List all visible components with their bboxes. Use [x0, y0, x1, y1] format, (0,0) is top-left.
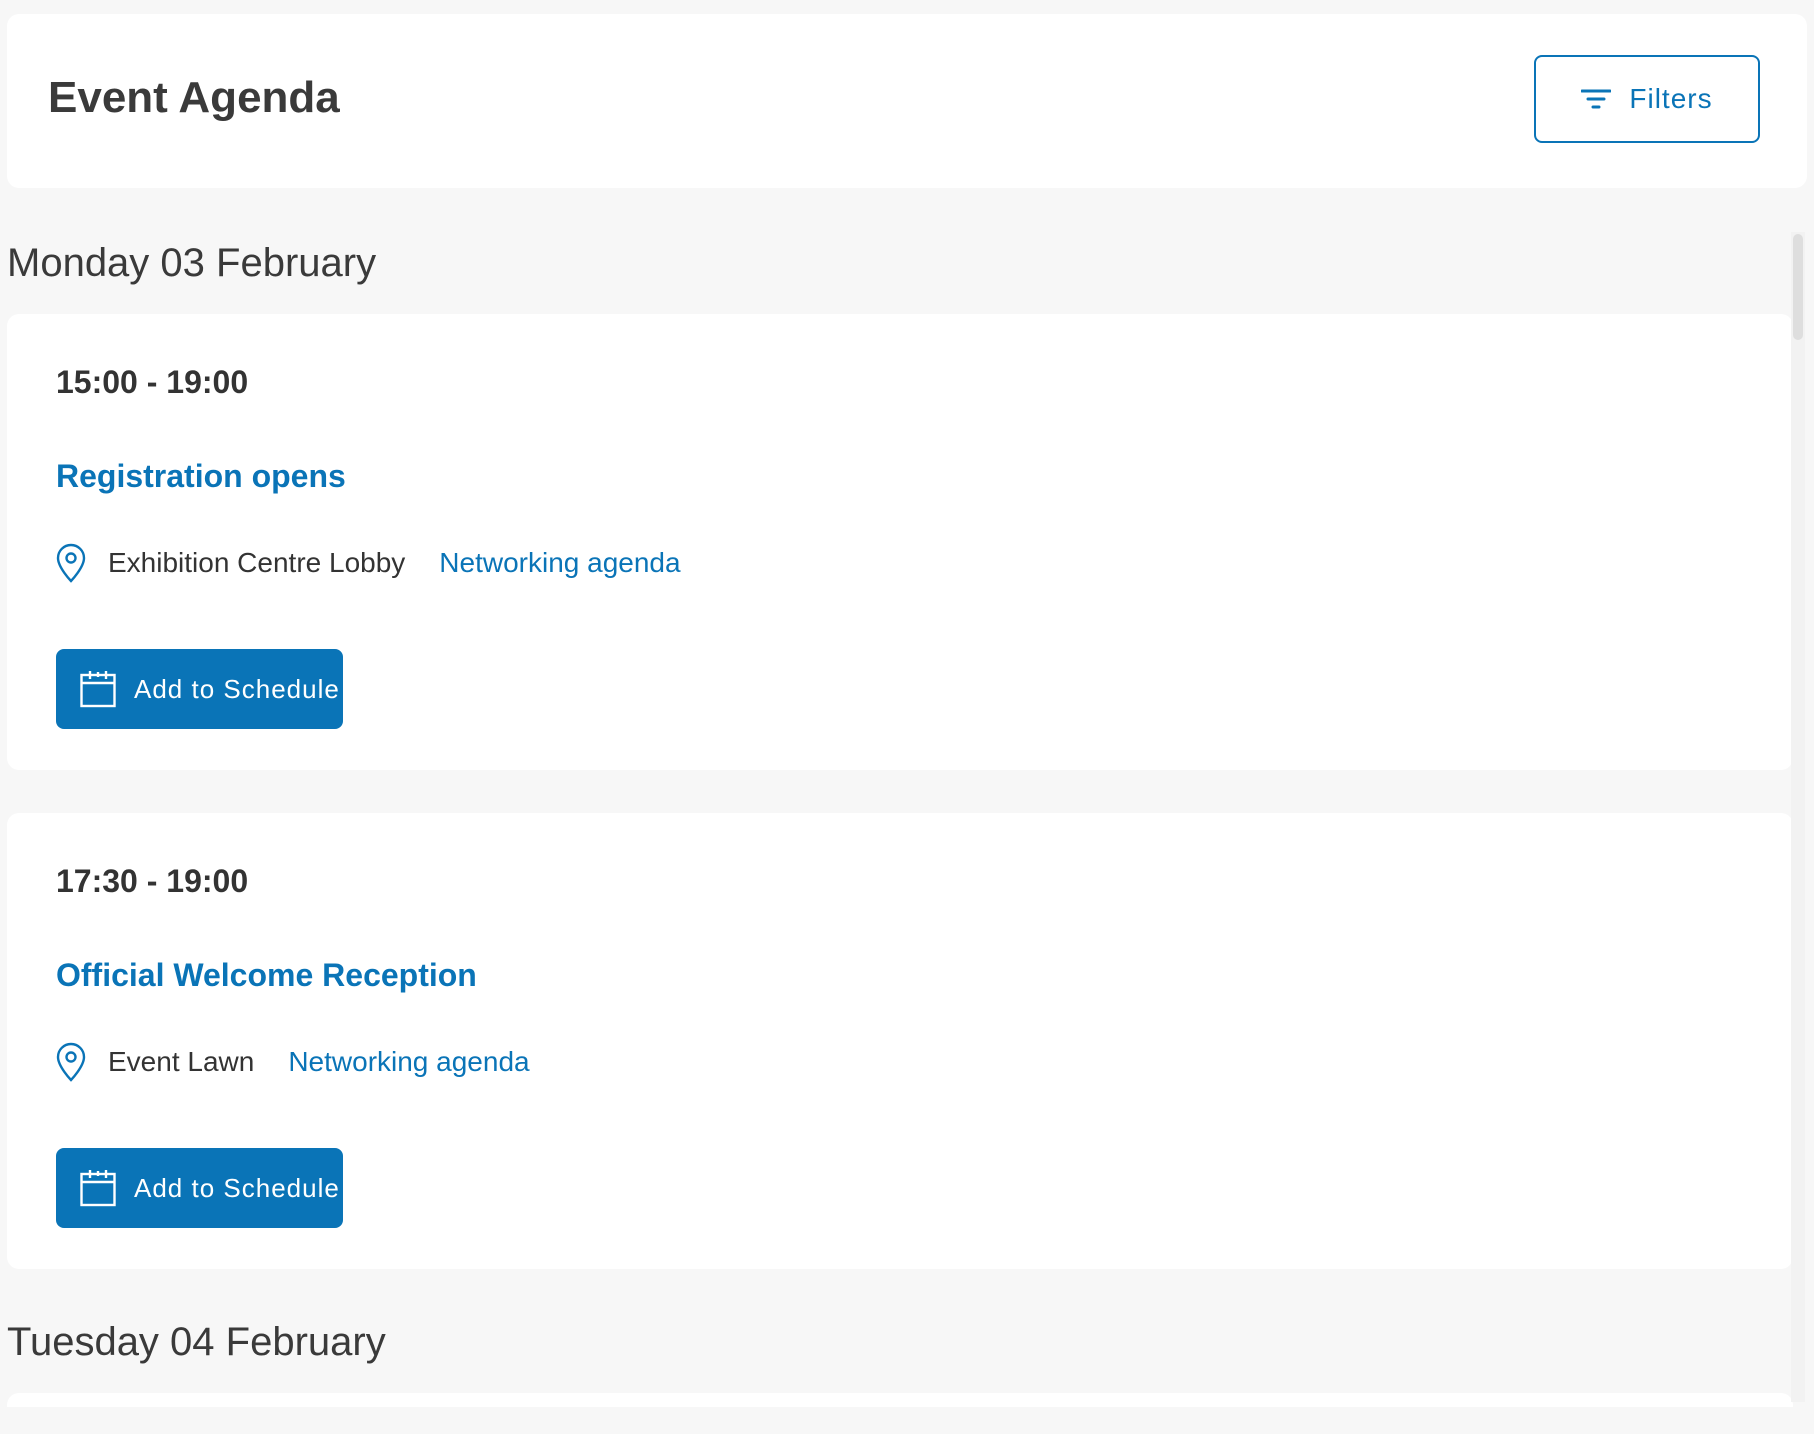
filter-icon	[1581, 88, 1612, 110]
add-to-schedule-button[interactable]: Add to Schedule	[56, 649, 343, 729]
event-time: 17:30 - 19:00	[56, 863, 249, 899]
track-link[interactable]: Networking agenda	[288, 1045, 529, 1079]
scrollbar-track[interactable]	[1791, 232, 1805, 1402]
add-to-schedule-label: Add to Schedule	[134, 673, 340, 704]
track-link[interactable]: Networking agenda	[439, 546, 680, 580]
event-meta: Event Lawn Networking agenda	[56, 1042, 530, 1082]
scrollbar-thumb[interactable]	[1793, 234, 1803, 340]
filters-button[interactable]: Filters	[1534, 55, 1760, 143]
map-pin-icon	[56, 543, 86, 583]
event-card: 15:00 - 19:00 Registration opens Exhibit…	[7, 314, 1793, 770]
event-time: 15:00 - 19:00	[56, 364, 249, 400]
page-title: Event Agenda	[48, 73, 340, 122]
day-heading-monday: Monday 03 February	[7, 241, 377, 285]
event-title-link[interactable]: Official Welcome Reception	[56, 956, 477, 994]
event-card-partial	[7, 1393, 1793, 1407]
event-card: 17:30 - 19:00 Official Welcome Reception…	[7, 813, 1793, 1269]
event-title-link[interactable]: Registration opens	[56, 457, 346, 495]
calendar-icon	[80, 670, 116, 708]
event-location: Event Lawn	[108, 1046, 255, 1078]
map-pin-icon	[56, 1042, 86, 1082]
filters-label: Filters	[1629, 83, 1713, 114]
day-heading-tuesday: Tuesday 04 February	[7, 1320, 386, 1364]
add-to-schedule-label: Add to Schedule	[134, 1172, 340, 1203]
calendar-icon	[80, 1169, 116, 1207]
event-location: Exhibition Centre Lobby	[108, 547, 406, 579]
event-meta: Exhibition Centre Lobby Networking agend…	[56, 543, 681, 583]
add-to-schedule-button[interactable]: Add to Schedule	[56, 1148, 343, 1228]
header-card: Event Agenda Filters	[7, 14, 1807, 188]
